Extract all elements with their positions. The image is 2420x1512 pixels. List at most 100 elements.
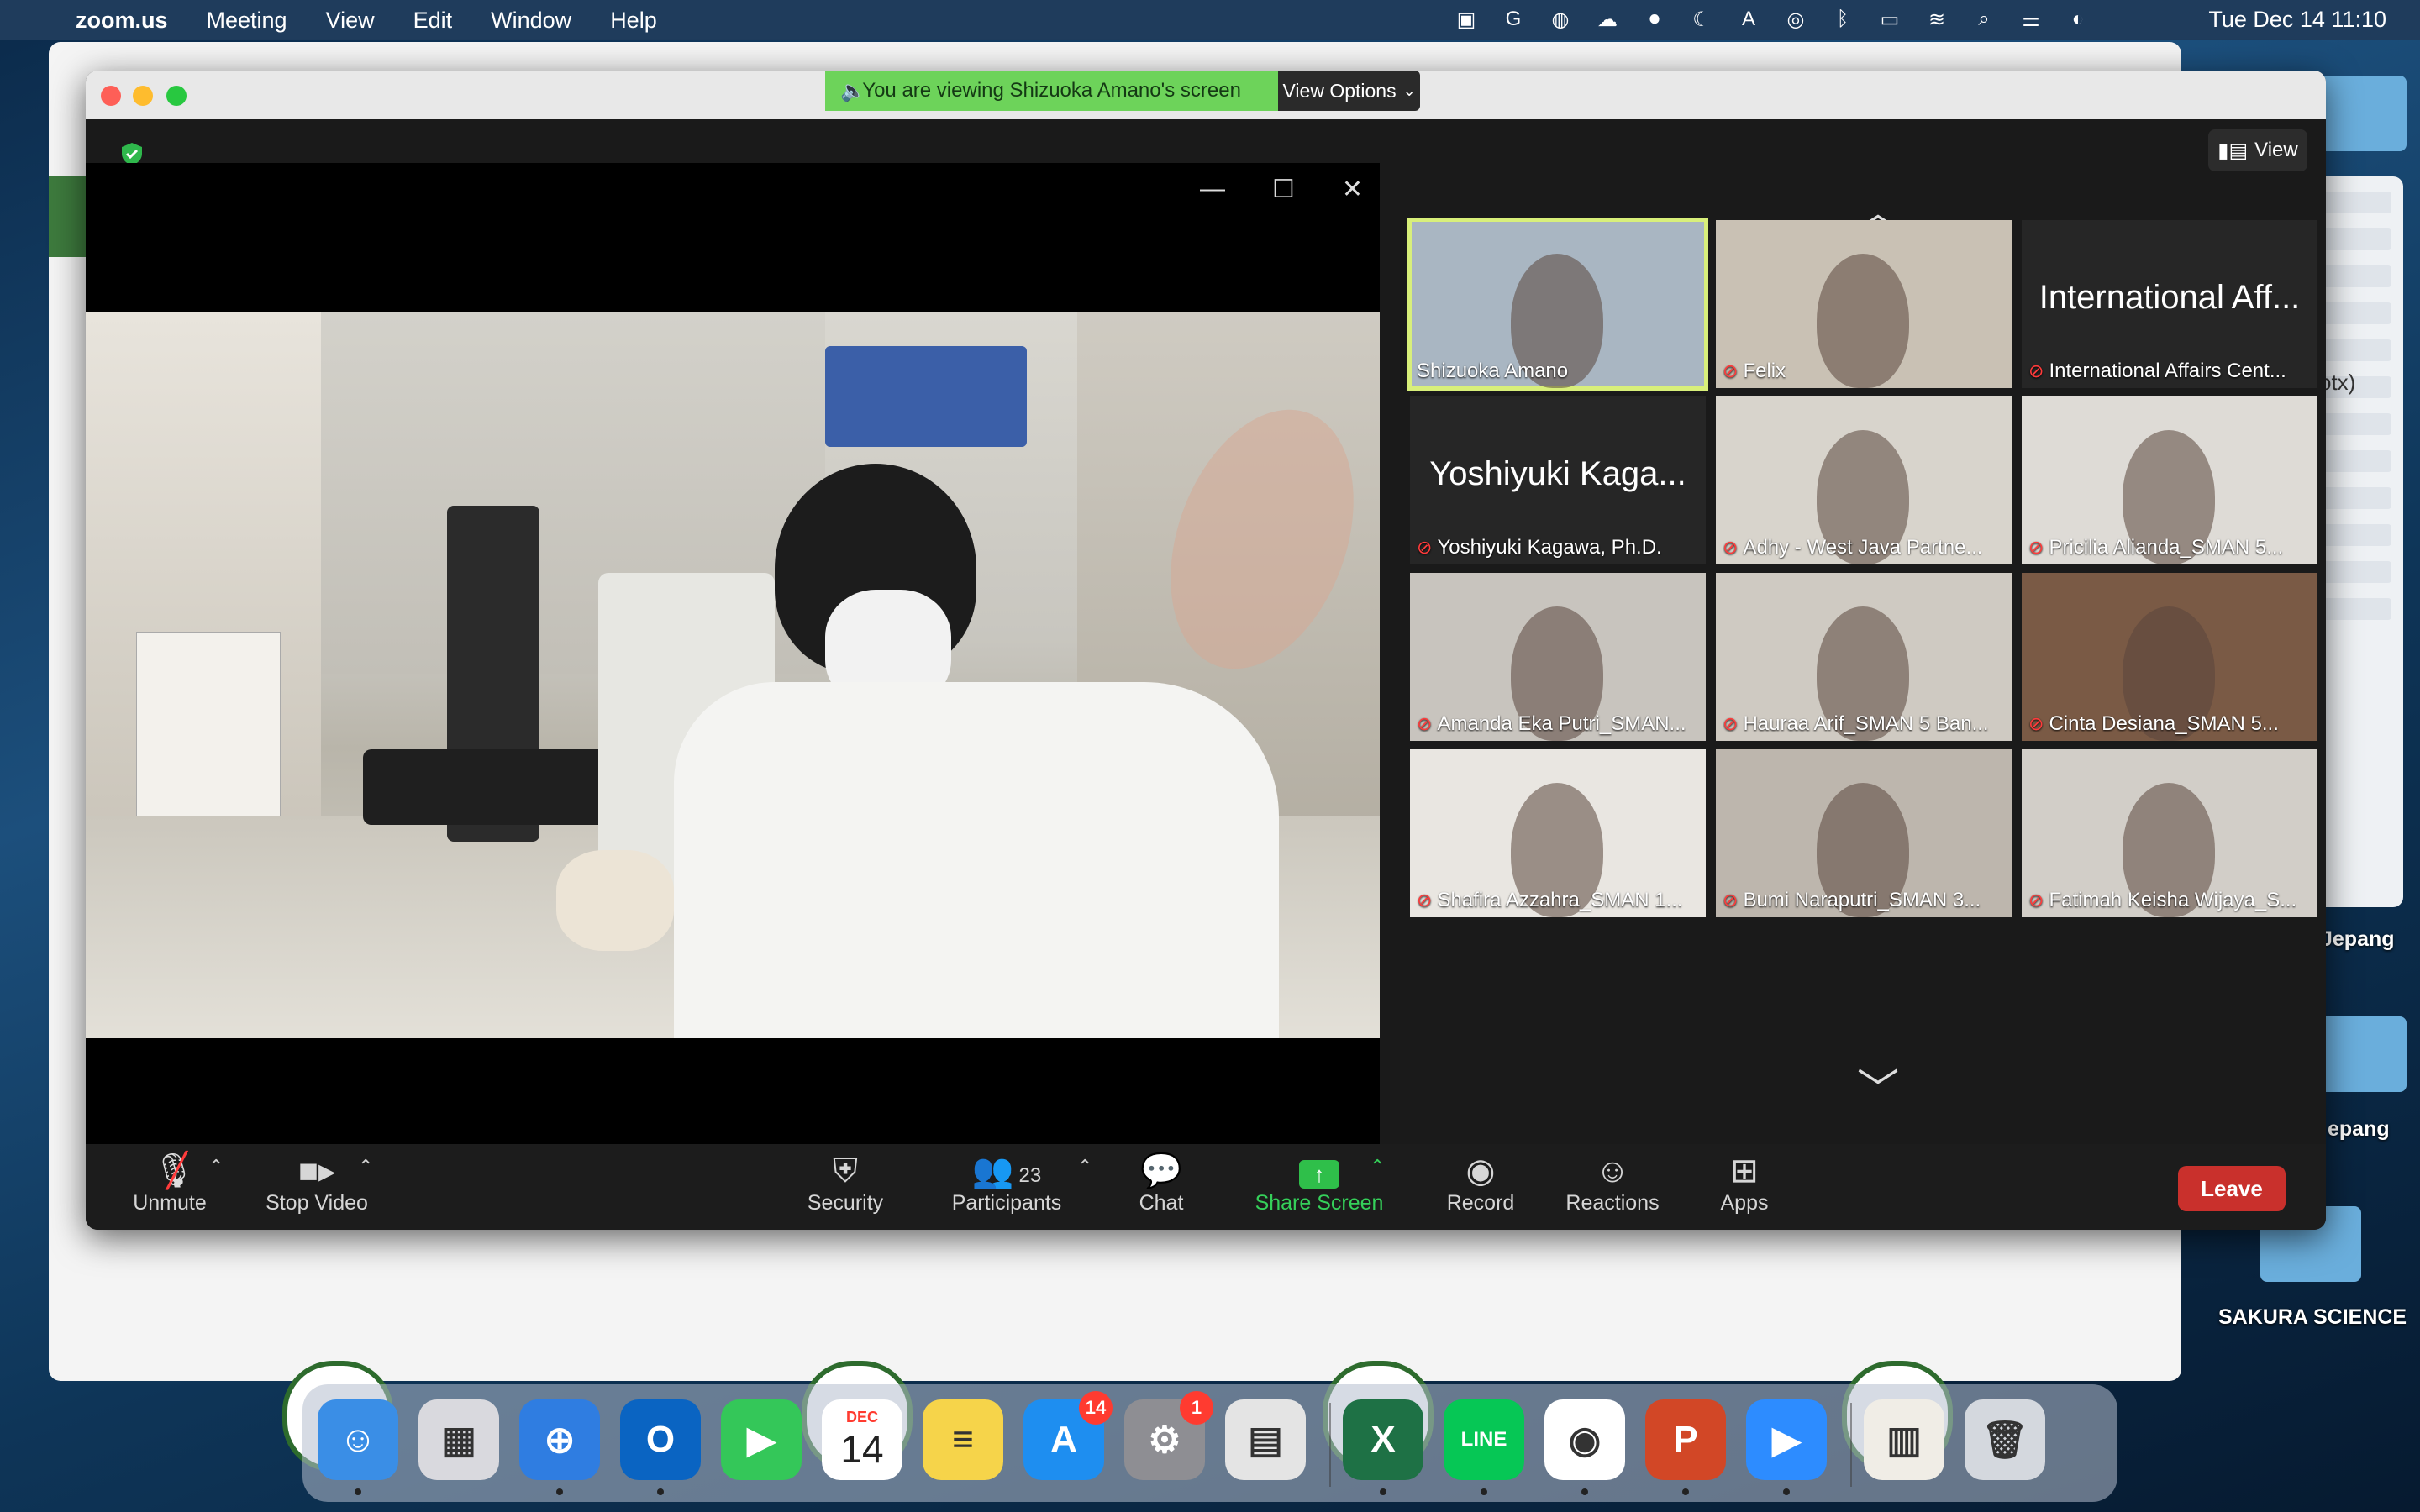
chevron-down-icon: ⌄ [1402, 81, 1416, 99]
apps-button[interactable]: ⊞ Apps [1702, 1151, 1786, 1215]
close-window-button[interactable] [101, 86, 121, 106]
moon-icon[interactable]: ☾ [1687, 5, 1716, 34]
zoom-window: 🔈 You are viewing Shizuoka Amano's scree… [86, 71, 2326, 1230]
leave-button[interactable]: Leave [2178, 1166, 2286, 1211]
battery-icon[interactable]: ▭ [1876, 5, 1904, 34]
safari-icon[interactable]: ⊕ [519, 1399, 600, 1495]
participant-gallery: ︿ Shizuoka Amano ⊘ Felix International Aff.… [1405, 119, 2326, 1144]
share-options-caret-icon[interactable]: ⌃ [1370, 1156, 1385, 1178]
zoom-icon[interactable]: ▣ [1452, 5, 1481, 34]
participant-tile[interactable]: ⊘ Felix [1716, 220, 2012, 388]
participant-tile[interactable]: ⊘ Fatimah Keisha Wijaya_S... [2022, 749, 2317, 917]
launchpad-icon[interactable]: ▦ [418, 1399, 499, 1480]
cloud-icon[interactable]: ☁ [1593, 5, 1622, 34]
screen-record-icon[interactable]: ⏺ [1640, 5, 1669, 34]
menu-window[interactable]: Window [491, 8, 571, 34]
facetime-icon[interactable]: ▶ [721, 1399, 802, 1480]
record-icon: ◉ [1465, 1152, 1496, 1189]
chevron-down-icon[interactable]: ﹀ [1849, 1068, 1907, 1110]
chat-button[interactable]: 💬 Chat [1119, 1151, 1203, 1215]
researcher-gloved-hand [556, 850, 674, 951]
participant-tile[interactable]: International Aff... ⊘ International Affai… [2022, 220, 2317, 388]
app-store-icon[interactable]: A 14 [1023, 1391, 1113, 1480]
notes-icon[interactable]: ≡ [923, 1399, 1003, 1480]
finder-icon[interactable]: ☺ [318, 1399, 398, 1495]
participant-name: Hauraa Arif_SMAN 5 Ban... [1743, 712, 1989, 735]
participant-tile[interactable]: ⊘ Adhy - West Java Partne... [1716, 396, 2012, 564]
participants-caret-icon[interactable]: ⌃ [1077, 1156, 1092, 1178]
airdrop-icon[interactable]: ◎ [1781, 5, 1810, 34]
downloads-stack-icon[interactable]: ▥ [1864, 1399, 1944, 1480]
maximize-icon[interactable]: ☐ [1272, 175, 1295, 204]
participant-name: Bumi Naraputri_SMAN 3... [1743, 889, 1981, 911]
microphone-muted-icon: ⊘ [2028, 360, 2044, 381]
participant-tile[interactable]: ⊘ Amanda Eka Putri_SMAN... [1410, 573, 1706, 741]
participant-tile[interactable]: ⊘ Hauraa Arif_SMAN 5 Ban... [1716, 573, 2012, 741]
unmute-button[interactable]: 🎙╱ Unmute [119, 1151, 220, 1215]
trash-icon[interactable]: 🗑 [1965, 1399, 2045, 1480]
record-button[interactable]: ◉ Record [1430, 1151, 1531, 1215]
line-icon[interactable]: LINE [1444, 1399, 1524, 1495]
search-icon[interactable]: ⌕ [1970, 5, 1998, 34]
running-indicator [1380, 1488, 1386, 1495]
zoom-window-button[interactable] [166, 86, 187, 106]
outlook-icon[interactable]: O [620, 1399, 701, 1495]
system-preferences-icon[interactable]: ⚙ 1 [1124, 1391, 1213, 1480]
participant-tile[interactable]: ⊘ Shafira Azzahra_SMAN 1... [1410, 749, 1706, 917]
participant-name-label: ⊘ Amanda Eka Putri_SMAN... [1417, 712, 1686, 736]
stop-video-label: Stop Video [266, 1191, 368, 1215]
menu-bar: zoom.us Meeting View Edit Window Help ▣ G… [0, 0, 2420, 40]
zoom-app-icon[interactable]: ▶ [1746, 1399, 1827, 1495]
dock-app-glyph: O [645, 1419, 676, 1460]
desktop-folder-label: SAKURA SCIENCE [2218, 1305, 2407, 1329]
speaker-icon[interactable]: 🔈 [840, 79, 865, 103]
printer-icon[interactable]: ▤ [1225, 1399, 1306, 1480]
grammarly-icon[interactable]: G [1499, 5, 1528, 34]
minimize-icon[interactable]: — [1200, 175, 1225, 204]
participant-tile[interactable]: Yoshiyuki Kaga... ⊘ Yoshiyuki Kagawa, Ph.D… [1410, 396, 1706, 564]
microscope-stage [363, 749, 632, 825]
bluetooth-icon[interactable]: ᛒ [1828, 5, 1857, 34]
participant-tile[interactable]: ⊘ Cinta Desiana_SMAN 5... [2022, 573, 2317, 741]
reactions-label: Reactions [1565, 1191, 1660, 1215]
shared-screen[interactable]: — ☐ ✕ [86, 163, 1380, 1144]
line-icon[interactable]: ◍ [1546, 5, 1575, 34]
menu-help[interactable]: Help [610, 8, 657, 34]
menu-edit[interactable]: Edit [413, 8, 453, 34]
participant-name-label: ⊘ Cinta Desiana_SMAN 5... [2028, 712, 2279, 736]
unmute-label: Unmute [133, 1191, 207, 1215]
menu-meeting[interactable]: Meeting [207, 8, 287, 34]
participant-tile[interactable]: ⊘ Pricilia Alianda_SMAN 5... [2022, 396, 2317, 564]
minimize-window-button[interactable] [133, 86, 153, 106]
chrome-icon[interactable]: ◉ [1544, 1399, 1625, 1495]
shared-video-frame [86, 312, 1380, 1038]
powerpoint-icon[interactable]: P [1645, 1399, 1726, 1495]
participants-button[interactable]: 👥 23 Participants [939, 1151, 1074, 1215]
input-source-icon[interactable]: A [1734, 5, 1763, 34]
participant-name: Adhy - West Java Partne... [1743, 536, 1983, 559]
microphone-muted-icon: 🎙╱ [152, 1152, 196, 1189]
calendar-day: 14 [840, 1426, 884, 1471]
wifi-icon[interactable]: ≋ [1923, 5, 1951, 34]
calendar-month: DEC [845, 1408, 878, 1425]
control-center-icon[interactable]: ⚌ [2017, 5, 2045, 34]
menu-app-name[interactable]: zoom.us [76, 8, 168, 34]
participant-tile[interactable]: ⊘ Bumi Naraputri_SMAN 3... [1716, 749, 2012, 917]
excel-icon[interactable]: X [1343, 1399, 1423, 1495]
meeting-toolbar: 🎙╱ Unmute ⌃ ■▸ Stop Video ⌃ ⛨ Security 👥… [86, 1144, 2326, 1230]
participant-tile[interactable]: Shizuoka Amano [1407, 218, 1708, 391]
view-options-label: View Options [1282, 79, 1397, 102]
audio-options-caret-icon[interactable]: ⌃ [208, 1156, 224, 1178]
view-options-button[interactable]: View Options ⌄ [1278, 71, 1420, 111]
share-screen-button[interactable]: ↑ Share Screen [1252, 1151, 1386, 1215]
siri-icon[interactable]: ◐ [2064, 5, 2092, 34]
video-options-caret-icon[interactable]: ⌃ [358, 1156, 373, 1178]
menu-view[interactable]: View [326, 8, 375, 34]
menu-clock[interactable]: Tue Dec 14 11:10 [2208, 7, 2386, 33]
reactions-button[interactable]: ☺ Reactions [1558, 1151, 1667, 1215]
close-icon[interactable]: ✕ [1342, 175, 1363, 204]
calendar-icon[interactable]: DEC 14 [822, 1399, 902, 1480]
security-button[interactable]: ⛨ Security [795, 1151, 896, 1215]
security-label: Security [807, 1191, 884, 1215]
running-indicator [1783, 1488, 1790, 1495]
